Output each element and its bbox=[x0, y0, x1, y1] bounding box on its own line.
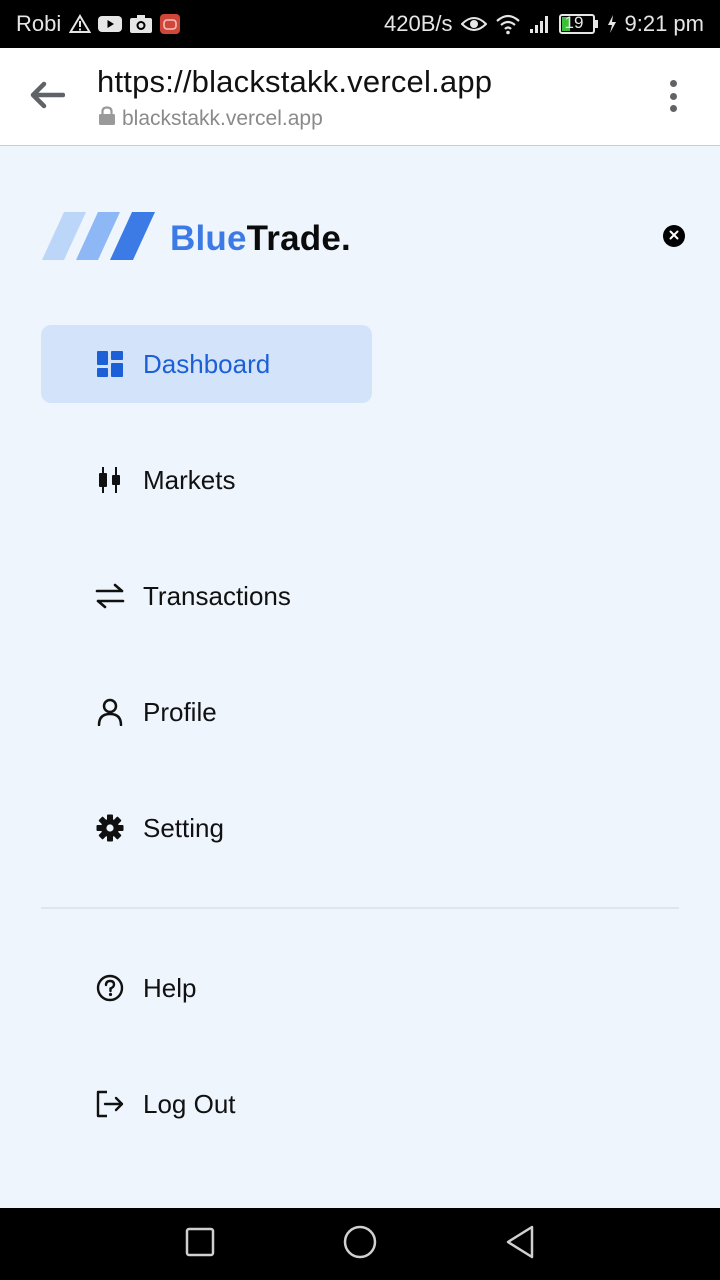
youtube-icon bbox=[97, 14, 123, 34]
logout-icon bbox=[95, 1089, 125, 1119]
brand-name: BlueTrade. bbox=[170, 219, 351, 259]
sidebar-item-markets[interactable]: Markets bbox=[41, 441, 372, 519]
swap-arrows-icon bbox=[95, 581, 125, 611]
back-button[interactable] bbox=[26, 76, 68, 118]
system-back-button[interactable] bbox=[500, 1224, 540, 1264]
status-bar-left: Robi bbox=[16, 0, 181, 48]
camera-icon bbox=[129, 14, 153, 34]
help-circle-icon bbox=[95, 973, 125, 1003]
sidebar-item-dashboard[interactable]: Dashboard bbox=[41, 325, 372, 403]
home-button[interactable] bbox=[340, 1224, 380, 1264]
domain-text: blackstakk.vercel.app bbox=[122, 107, 323, 130]
sidebar-item-setting[interactable]: Setting bbox=[41, 789, 372, 867]
sidebar-item-label: Help bbox=[143, 972, 197, 1003]
gear-icon bbox=[95, 813, 125, 843]
charging-icon bbox=[607, 14, 617, 34]
dashboard-icon bbox=[95, 349, 125, 379]
more-vert-icon[interactable] bbox=[662, 76, 684, 116]
clock: 9:21 pm bbox=[624, 11, 705, 36]
candlestick-icon bbox=[95, 465, 125, 495]
carrier-name: Robi bbox=[16, 11, 62, 36]
lock-icon bbox=[98, 106, 116, 132]
sidebar-item-profile[interactable]: Profile bbox=[41, 673, 372, 751]
page-url-title[interactable]: https://blackstakk.vercel.app bbox=[97, 64, 492, 100]
user-icon bbox=[95, 697, 125, 727]
status-bar-right: 420B/s 19 9:21 pm bbox=[384, 0, 704, 48]
browser-toolbar: https://blackstakk.vercel.app blackstakk… bbox=[0, 48, 720, 146]
brand-name-main: Trade. bbox=[246, 218, 351, 258]
brand-name-accent: Blue bbox=[170, 218, 247, 258]
sidebar-item-label: Log Out bbox=[143, 1088, 236, 1119]
recents-button[interactable] bbox=[180, 1224, 220, 1264]
sidebar-item-help[interactable]: Help bbox=[41, 949, 372, 1027]
sidebar-item-label: Dashboard bbox=[143, 348, 271, 379]
signal-icon bbox=[529, 14, 551, 34]
warning-icon bbox=[69, 14, 92, 34]
system-nav-bar bbox=[0, 1208, 720, 1280]
app-notification-icon bbox=[159, 13, 181, 35]
recents-square-icon bbox=[184, 1226, 216, 1263]
wifi-icon bbox=[495, 13, 521, 35]
back-arrow-icon bbox=[29, 80, 66, 115]
close-icon bbox=[669, 227, 679, 245]
divider bbox=[41, 907, 679, 909]
home-circle-icon bbox=[342, 1224, 378, 1265]
network-speed: 420B/s bbox=[384, 11, 453, 36]
battery-icon: 19 bbox=[558, 13, 599, 35]
sidebar-item-transactions[interactable]: Transactions bbox=[41, 557, 372, 635]
eye-icon bbox=[460, 15, 487, 33]
close-menu-button[interactable] bbox=[663, 225, 685, 247]
back-triangle-icon bbox=[504, 1224, 536, 1265]
sidebar-item-label: Markets bbox=[143, 464, 236, 495]
page-domain[interactable]: blackstakk.vercel.app bbox=[98, 106, 323, 132]
sidebar-item-logout[interactable]: Log Out bbox=[41, 1065, 372, 1143]
logo-stripes-icon bbox=[42, 212, 156, 265]
battery-level: 19 bbox=[564, 13, 584, 32]
sidebar-item-label: Profile bbox=[143, 696, 217, 727]
sidebar-menu: BlueTrade. Dashboard Markets Transaction… bbox=[0, 146, 720, 1208]
status-bar: Robi 420B/s 19 9:21 pm bbox=[0, 0, 720, 48]
sidebar-item-label: Setting bbox=[143, 812, 224, 843]
brand-logo[interactable]: BlueTrade. bbox=[42, 212, 351, 265]
sidebar-item-label: Transactions bbox=[143, 580, 291, 611]
